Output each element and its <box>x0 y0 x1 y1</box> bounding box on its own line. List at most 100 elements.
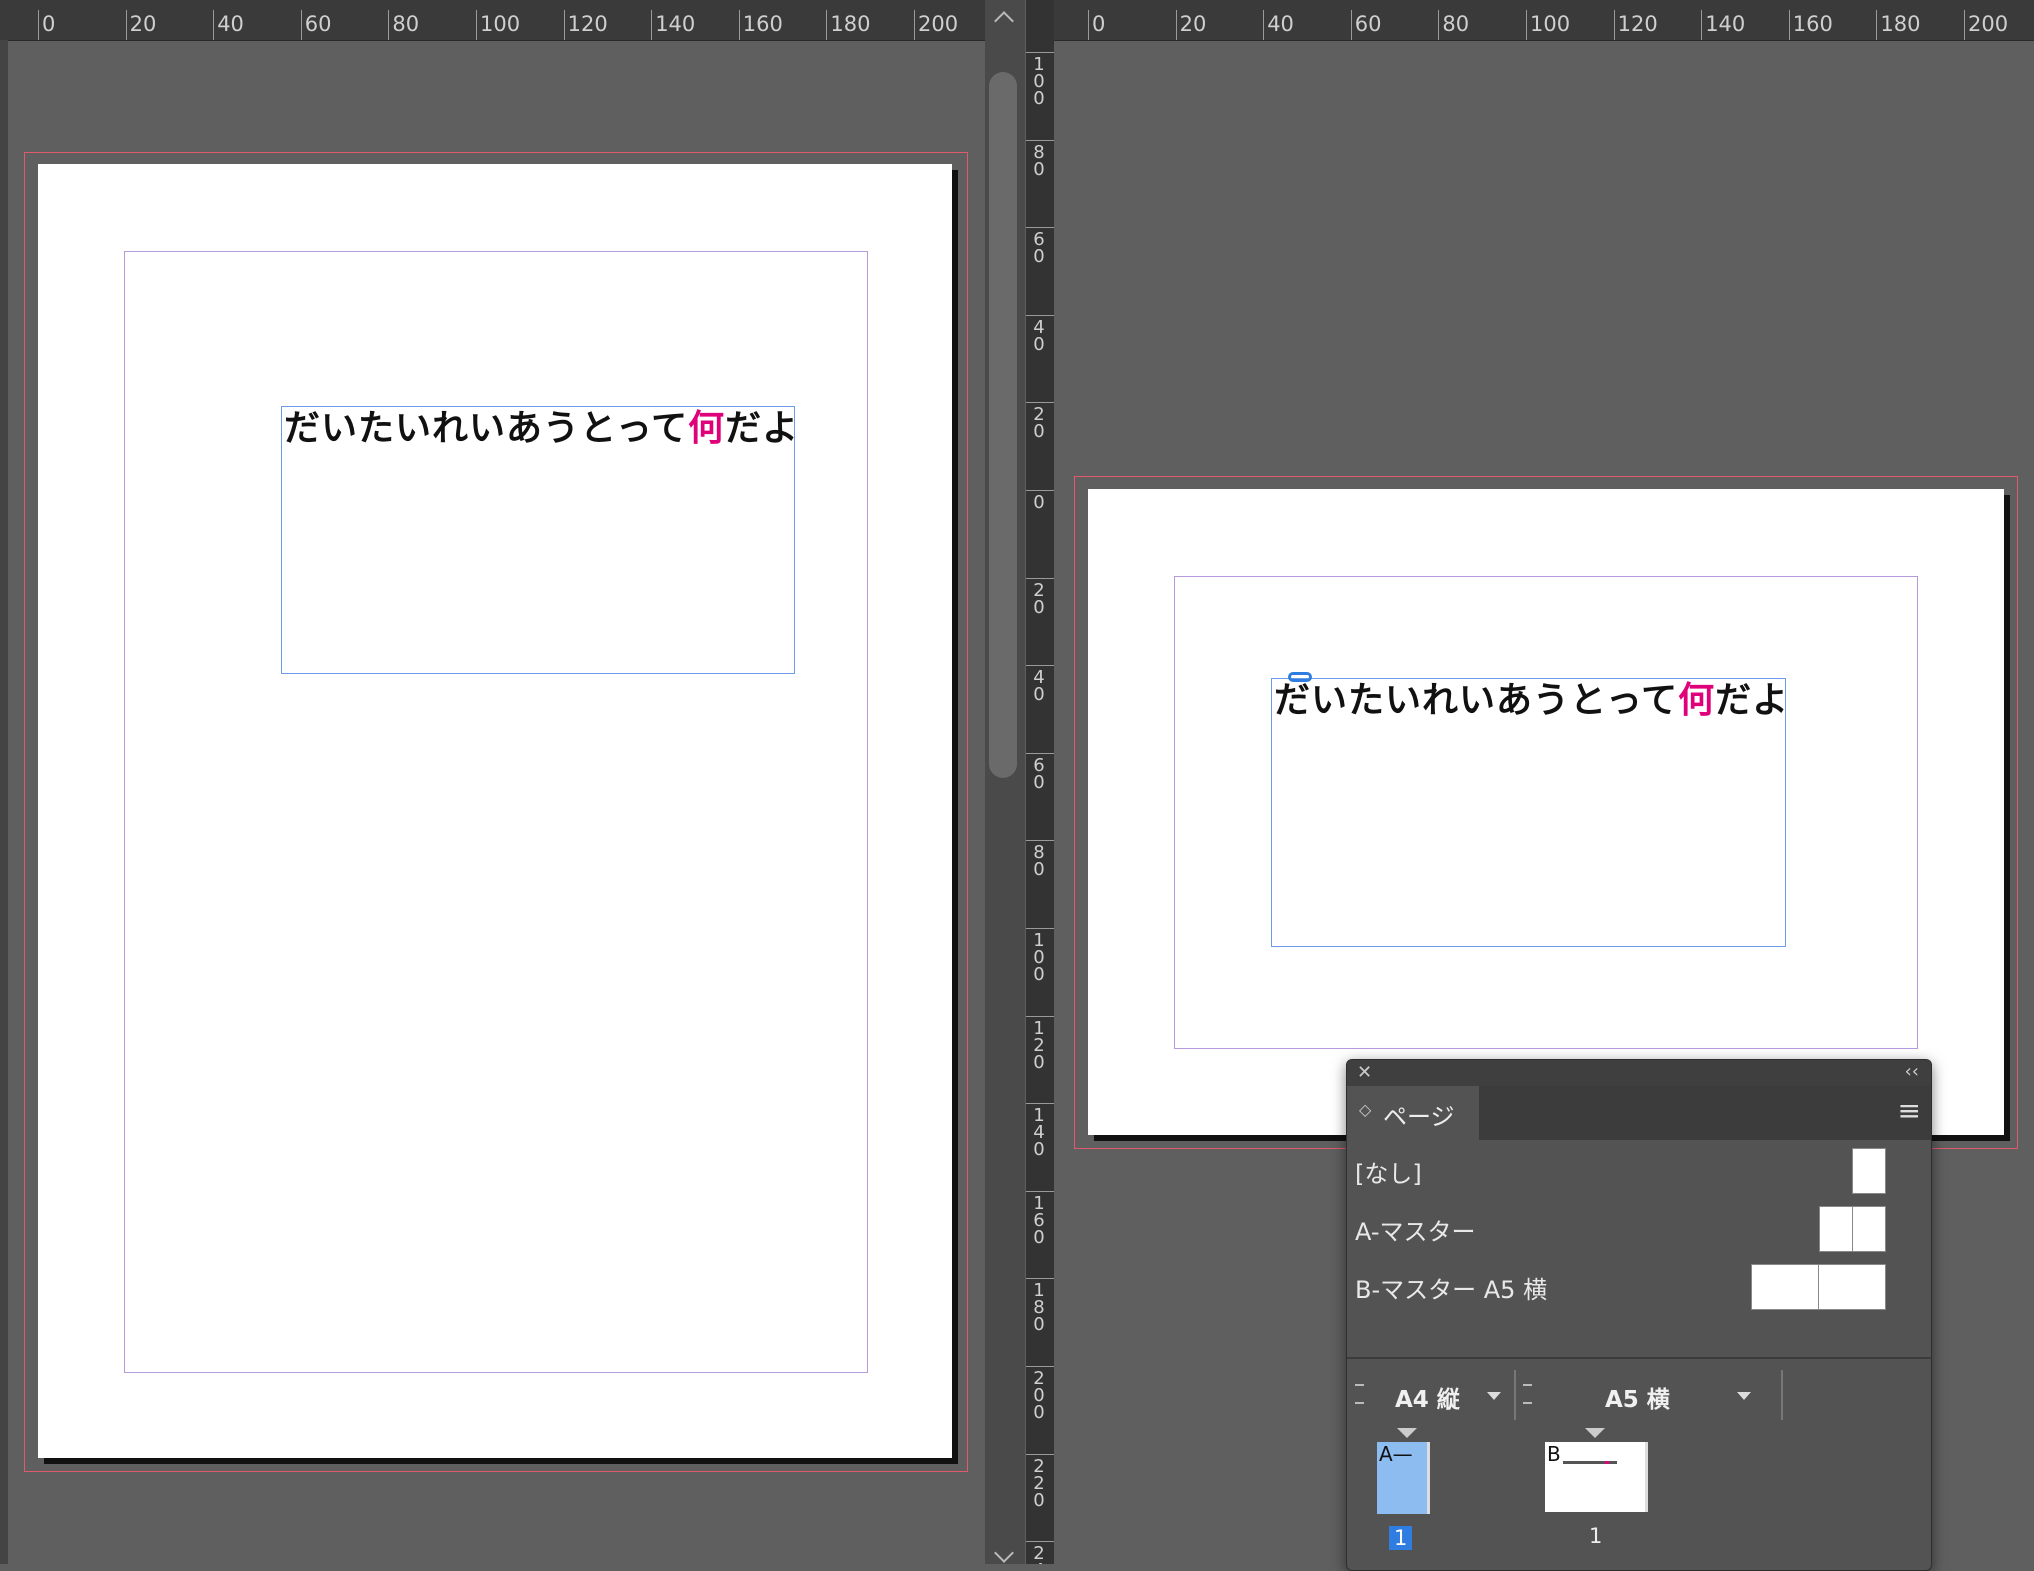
updown-icon: ◇ <box>1359 1100 1372 1119</box>
text-highlight: 何 <box>1678 680 1716 721</box>
ruler-tick-label: 40 <box>217 12 244 36</box>
ruler-tick-label: 220 <box>1033 1455 1045 1511</box>
text-content-left[interactable]: だいたいれいあうとって何だよ <box>284 399 799 451</box>
section-header-a4[interactable]: A4 縦 <box>1347 1370 1512 1420</box>
section-grip-icon <box>1355 1384 1364 1404</box>
ruler-tick: 220 <box>1026 1453 1054 1509</box>
master-label: B-マスター A5 横 <box>1355 1276 1548 1304</box>
ruler-tick-label: 60 <box>1033 754 1045 793</box>
ruler-tick: 160 <box>1788 10 1833 40</box>
ruler-tick: 140 <box>1026 1103 1054 1159</box>
page-thumb-1-a4[interactable]: A— 1 <box>1377 1428 1447 1564</box>
page-master-prefix: B <box>1547 1442 1561 1466</box>
ruler-tick: 160 <box>738 10 783 40</box>
ruler-tick: 120 <box>1613 10 1658 40</box>
master-label: [なし] <box>1355 1160 1422 1188</box>
ruler-tick-label: 100 <box>1033 54 1045 109</box>
ruler-tick-label: 80 <box>1033 842 1045 881</box>
master-thumb-left <box>1751 1264 1819 1310</box>
horizontal-ruler-right[interactable]: 0 20 40 60 80 100 120 140 160 180 200 <box>1054 0 2034 41</box>
ruler-tick-label: 160 <box>742 12 783 36</box>
section-start-marker-icon <box>1397 1428 1417 1438</box>
ruler-tick: 20 <box>125 10 156 40</box>
ruler-tick-label: 180 <box>1033 1280 1045 1336</box>
tab-pages[interactable]: ◇ ページ <box>1347 1086 1479 1140</box>
text-content-right[interactable]: だいたいれいあうとって何だよ <box>1274 671 1789 723</box>
text-normal: だいたいれいあうとって <box>1274 680 1679 721</box>
ruler-tick-label: 200 <box>1033 1368 1045 1423</box>
page-thumb[interactable]: B <box>1545 1442 1648 1512</box>
ruler-tick-label: 60 <box>304 12 332 36</box>
master-item-none[interactable]: [なし] <box>1347 1148 1931 1198</box>
tab-pages-label: ページ <box>1383 1103 1455 1131</box>
master-item-b[interactable]: B-マスター A5 横 <box>1347 1264 1931 1314</box>
master-label: A-マスター <box>1355 1218 1476 1246</box>
vertical-scrollbar[interactable] <box>985 0 1025 1564</box>
horizontal-ruler-left[interactable]: 0 20 40 60 80 100 120 140 160 180 200 <box>0 0 985 41</box>
section-label: A5 横 <box>1605 1387 1670 1413</box>
text-normal-end: だよ <box>725 408 800 449</box>
section-label: A4 縦 <box>1395 1387 1460 1413</box>
ruler-tick-label: 40 <box>1267 12 1294 36</box>
panel-tab-bar: ◇ ページ ≡ <box>1347 1086 1931 1140</box>
ruler-tick-label: 80 <box>1442 12 1470 36</box>
text-frame-left[interactable]: だいたいれいあうとって何だよ <box>281 406 798 674</box>
divider <box>1347 1357 1931 1359</box>
collapse-icon[interactable]: ‹‹ <box>1905 1061 1919 1082</box>
page-number-selected[interactable]: 1 <box>1389 1526 1413 1550</box>
master-thumb <box>1852 1148 1886 1194</box>
master-thumb-left <box>1819 1206 1853 1252</box>
ruler-tick: 40 <box>1026 665 1054 704</box>
master-thumb-right <box>1852 1206 1886 1252</box>
page-thumb-selected[interactable]: A— <box>1377 1442 1430 1514</box>
ruler-tick-label: 120 <box>1033 1017 1045 1073</box>
vertical-ruler-right[interactable]: 100 80 60 40 20 0 20 40 60 80 100 120 140 160 180 200 22… <box>1026 0 1054 1564</box>
section-header-a5[interactable]: A5 横 <box>1517 1370 1762 1420</box>
ruler-tick: 180 <box>1026 1278 1054 1334</box>
text-normal: だいたいれいあうとって <box>284 408 689 449</box>
ruler-tick-label: 0 <box>42 12 56 36</box>
scroll-up-arrow-icon[interactable] <box>994 11 1014 31</box>
ruler-tick: 24 <box>1026 1541 1054 1564</box>
dropdown-arrow-icon[interactable] <box>1737 1392 1751 1400</box>
ruler-tick-label: 80 <box>392 12 420 36</box>
ruler-tick: 40 <box>213 10 244 40</box>
ruler-tick: 20 <box>1026 577 1054 616</box>
vertical-ruler-left[interactable] <box>0 40 8 1564</box>
text-frame-right[interactable]: だいたいれいあうとって何だよ <box>1271 672 1788 947</box>
panel-menu-icon[interactable]: ≡ <box>1898 1094 1921 1127</box>
ruler-tick: 140 <box>1701 10 1745 40</box>
section-divider <box>1514 1370 1516 1420</box>
ruler-tick-label: 40 <box>1033 667 1045 706</box>
ruler-tick: 20 <box>1175 10 1206 40</box>
ruler-tick: 80 <box>1438 10 1469 40</box>
text-normal-end: だよ <box>1715 680 1790 721</box>
ruler-tick: 100 <box>476 10 520 40</box>
ruler-tick-label: 120 <box>1617 12 1658 36</box>
page-master-prefix: A— <box>1379 1442 1413 1466</box>
ruler-tick-label: 40 <box>1033 316 1045 355</box>
ruler-tick: 60 <box>300 10 332 40</box>
ruler-tick: 100 <box>1026 928 1054 984</box>
section-start-marker-icon <box>1585 1428 1605 1438</box>
scroll-down-arrow-icon[interactable] <box>994 1543 1014 1563</box>
ruler-tick-label: 60 <box>1354 12 1382 36</box>
page-thumb-1-a5[interactable]: B 1 <box>1545 1428 1655 1564</box>
ruler-tick: 0 <box>1026 490 1054 512</box>
ruler-tick: 60 <box>1026 752 1054 791</box>
ruler-tick: 200 <box>1964 10 2008 40</box>
ruler-tick-label: 200 <box>1968 12 2009 36</box>
master-item-a[interactable]: A-マスター <box>1347 1206 1931 1256</box>
ruler-tick: 140 <box>651 10 695 40</box>
pages-panel[interactable]: ✕ ‹‹ ◇ ページ ≡ [なし] A-マスター B-マスター A5 横 A4 … <box>1346 1059 1932 1571</box>
ruler-tick-label: 180 <box>830 12 871 36</box>
ruler-tick: 60 <box>1026 227 1054 266</box>
scrollbar-thumb[interactable] <box>989 72 1017 778</box>
close-icon[interactable]: ✕ <box>1357 1062 1372 1083</box>
ruler-tick-label: 140 <box>1033 1105 1045 1161</box>
dropdown-arrow-icon[interactable] <box>1487 1392 1501 1400</box>
panel-title-bar[interactable]: ✕ ‹‹ <box>1347 1060 1931 1086</box>
ruler-tick-label: 20 <box>129 12 157 36</box>
page-number[interactable]: 1 <box>1589 1524 1602 1548</box>
ruler-tick-label: 0 <box>1033 492 1045 513</box>
